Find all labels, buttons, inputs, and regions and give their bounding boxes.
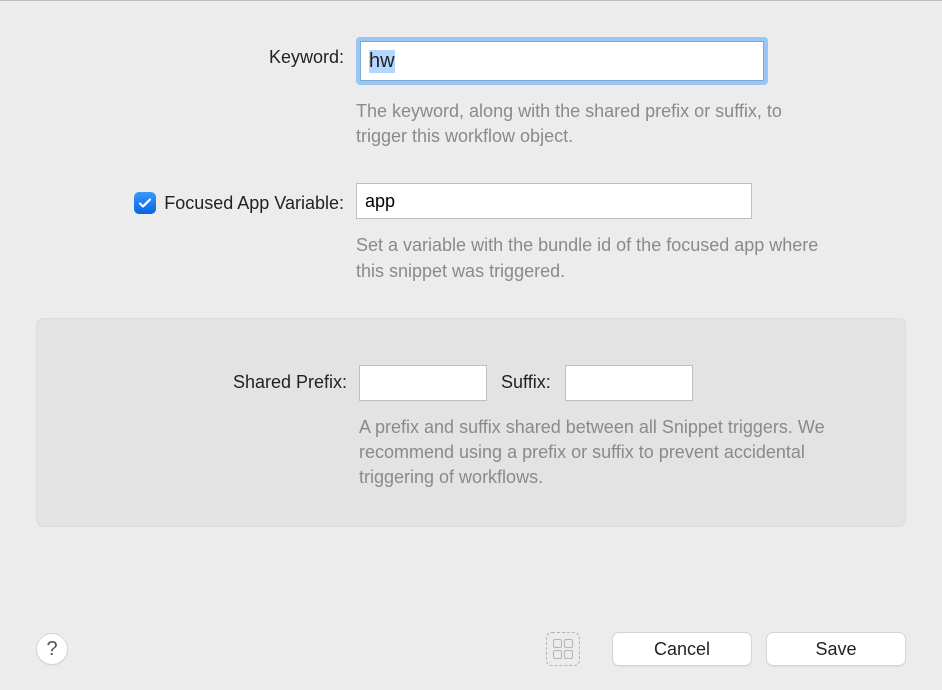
help-button[interactable]: ? [36,633,68,665]
shared-prefix-input[interactable] [359,365,487,401]
shared-suffix-input[interactable] [565,365,693,401]
keyword-label: Keyword: [269,47,344,68]
help-icon: ? [46,638,57,661]
focused-app-input[interactable] [356,183,752,219]
keyword-focus-ring: hw [356,37,768,85]
focused-app-row: Focused App Variable: Set a variable wit… [36,183,906,283]
keyword-row: Keyword: hw The keyword, along with the … [36,37,906,149]
footer: ? Cancel Save [36,632,906,666]
shared-suffix-label: Suffix: [501,372,551,393]
keyword-value: hw [369,50,395,73]
grid-layout-button[interactable] [546,632,580,666]
shared-prefix-box: Shared Prefix: Suffix: A prefix and suff… [36,318,906,528]
keyword-input[interactable]: hw [360,41,764,81]
shared-prefix-label: Shared Prefix: [233,372,347,393]
focused-app-label: Focused App Variable: [164,193,344,214]
cancel-button[interactable]: Cancel [612,632,752,666]
shared-help: A prefix and suffix shared between all S… [359,415,859,491]
grid-icon [553,639,573,659]
focused-app-checkbox[interactable] [134,192,156,214]
keyword-help: The keyword, along with the shared prefi… [356,99,826,149]
focused-app-help: Set a variable with the bundle id of the… [356,233,826,283]
preferences-pane: Keyword: hw The keyword, along with the … [0,0,942,690]
checkmark-icon [137,195,153,211]
save-button[interactable]: Save [766,632,906,666]
